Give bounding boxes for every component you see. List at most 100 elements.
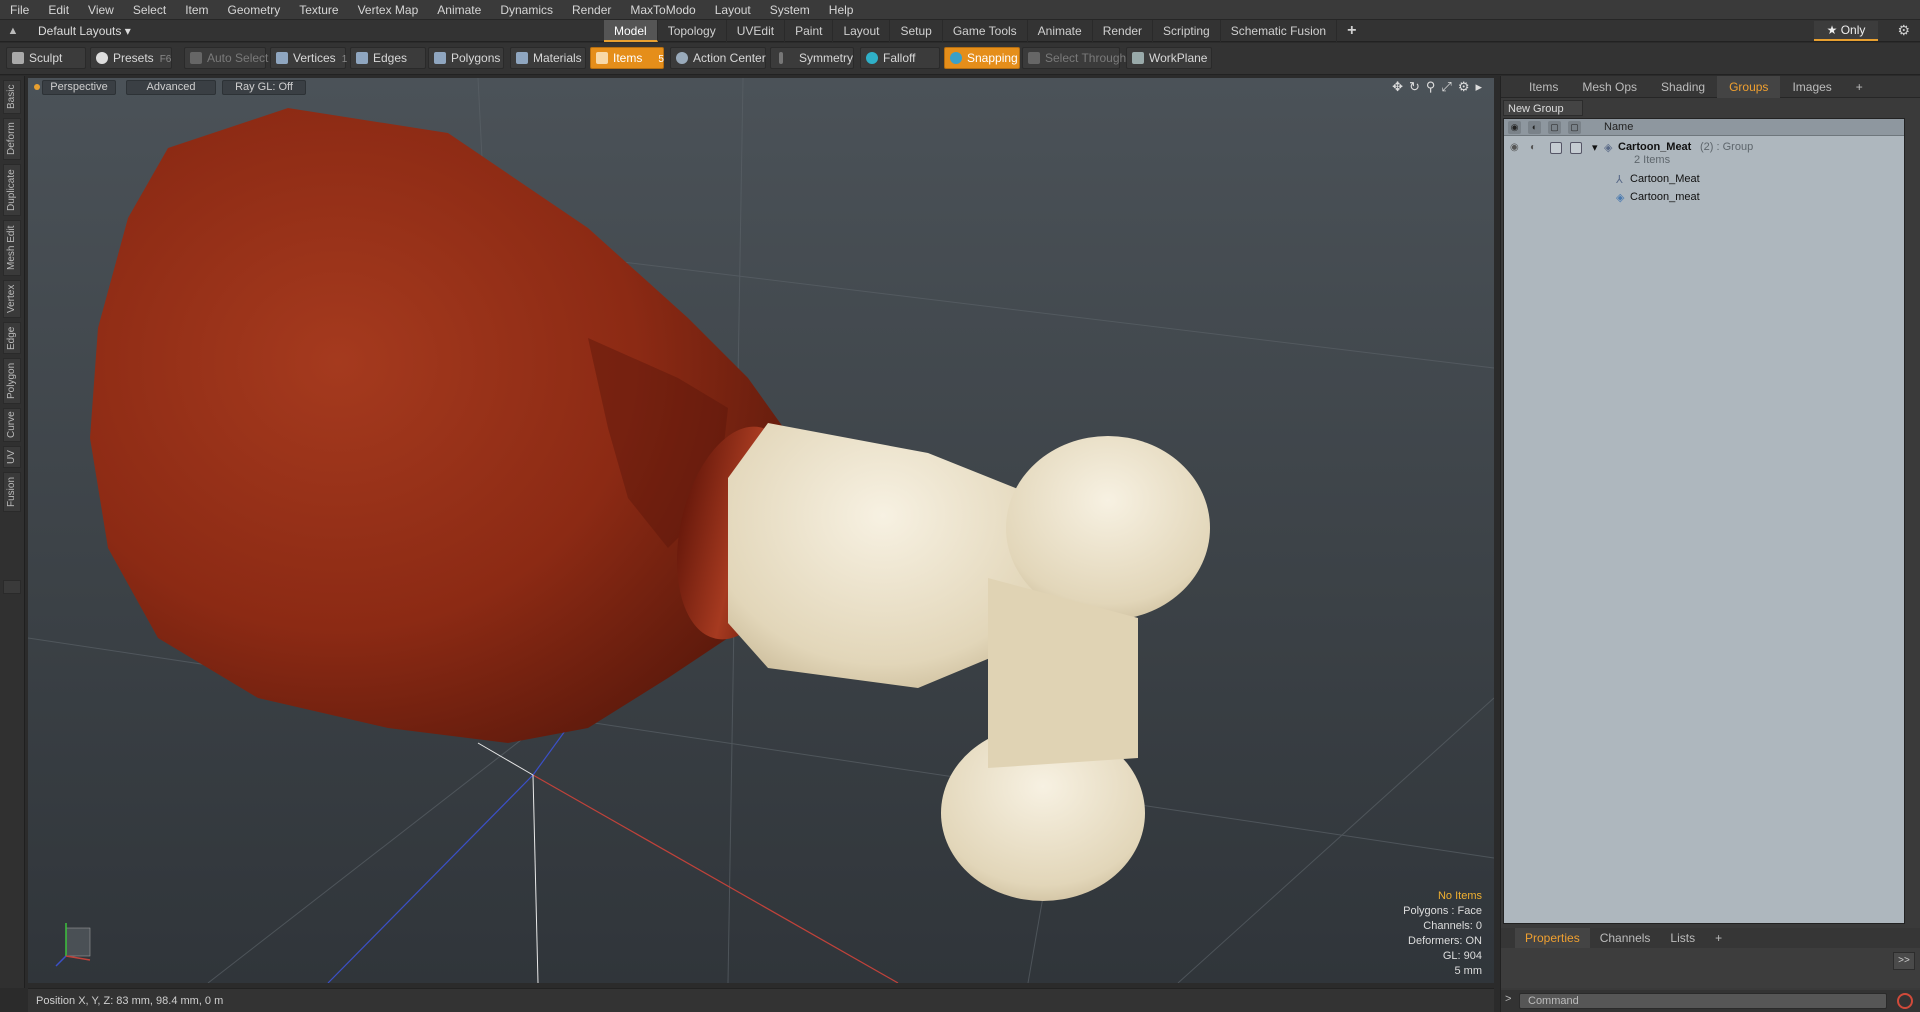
layout-dropdown[interactable]: Default Layouts ▾ — [26, 24, 136, 38]
raygl-button[interactable]: Ray GL: Off — [222, 80, 306, 95]
menu-animate[interactable]: Animate — [427, 0, 490, 20]
3d-viewport[interactable]: Perspective Advanced Ray GL: Off ✥ ↻ ⚲ ⤢… — [28, 78, 1494, 983]
auto-select-button[interactable]: Auto Select — [184, 47, 268, 69]
materials-button[interactable]: Materials — [510, 47, 586, 69]
menu-geometry[interactable]: Geometry — [218, 0, 290, 20]
tab-duplicate[interactable]: Duplicate — [3, 164, 21, 216]
tab-animate[interactable]: Animate — [1028, 20, 1093, 42]
menu-system[interactable]: System — [760, 0, 819, 20]
menu-view[interactable]: View — [78, 0, 123, 20]
tab-properties[interactable]: Properties — [1515, 928, 1590, 948]
menu-dynamics[interactable]: Dynamics — [490, 0, 562, 20]
pan-icon[interactable]: ✥ — [1392, 79, 1403, 95]
menu-edit[interactable]: Edit — [38, 0, 78, 20]
tab-scripting[interactable]: Scripting — [1153, 20, 1221, 42]
menu-select[interactable]: Select — [123, 0, 175, 20]
list-item[interactable]: ◈ Cartoon_meat — [1504, 189, 1904, 207]
tab-channels[interactable]: Channels — [1590, 928, 1661, 948]
group-suffix: (2) : Group — [1700, 141, 1754, 153]
tab-deform[interactable]: Deform — [3, 118, 21, 160]
add-bottom-tab-button[interactable]: + — [1705, 928, 1732, 948]
gear-icon[interactable]: ⚙ — [1897, 22, 1910, 39]
tab-uvedit[interactable]: UVEdit — [727, 20, 786, 42]
add-panel-tab-button[interactable]: + — [1844, 76, 1875, 98]
vertices-button[interactable]: Vertices 1 — [270, 47, 347, 69]
tab-render[interactable]: Render — [1093, 20, 1154, 42]
tab-polygon[interactable]: Polygon — [3, 358, 21, 404]
menu-file[interactable]: File — [0, 0, 38, 20]
tab-vertex[interactable]: Vertex — [3, 280, 21, 318]
presets-button[interactable]: Presets F6 — [90, 47, 172, 69]
no-items-label: No Items — [1437, 890, 1482, 902]
viewport-menu-dot[interactable] — [34, 84, 40, 90]
tab-uv[interactable]: UV — [3, 446, 21, 468]
menu-help[interactable]: Help — [819, 0, 863, 20]
add-tab-button[interactable]: + — [1337, 20, 1366, 42]
render-column-icon[interactable]: ◐ — [1528, 121, 1541, 134]
workplane-button[interactable]: WorkPlane — [1126, 47, 1212, 69]
record-icon[interactable] — [1897, 993, 1913, 1009]
tab-collapse[interactable] — [3, 580, 21, 594]
name-column-header[interactable]: Name — [1604, 121, 1633, 133]
rotate-icon[interactable]: ↻ — [1409, 79, 1420, 95]
visibility-column-icon[interactable]: ◉ — [1508, 121, 1521, 134]
select-checkbox[interactable] — [1570, 142, 1582, 154]
tab-schematic-fusion[interactable]: Schematic Fusion — [1221, 20, 1338, 42]
zoom-icon[interactable]: ⚲ — [1426, 79, 1436, 95]
materials-icon — [516, 52, 528, 64]
tab-topology[interactable]: Topology — [658, 20, 727, 42]
polygons-button[interactable]: Polygons — [428, 47, 504, 69]
menu-layout[interactable]: Layout — [705, 0, 760, 20]
menu-maxtomodo[interactable]: MaxToModo — [620, 0, 704, 20]
view-type-button[interactable]: Perspective — [42, 80, 116, 95]
tab-game-tools[interactable]: Game Tools — [943, 20, 1028, 42]
lock-column-icon[interactable]: ▢ — [1548, 121, 1561, 134]
menu-vertex-map[interactable]: Vertex Map — [348, 0, 428, 20]
tab-items[interactable]: Items — [1517, 76, 1570, 98]
tab-model[interactable]: Model — [604, 20, 658, 42]
tab-images[interactable]: Images — [1780, 76, 1843, 98]
tab-curve[interactable]: Curve — [3, 408, 21, 442]
select-column-icon[interactable]: ▢ — [1568, 121, 1581, 134]
viewport-arrow-icon[interactable]: ▸ — [1475, 79, 1482, 95]
list-item[interactable]: ⅄ Cartoon_Meat — [1504, 171, 1904, 189]
falloff-button[interactable]: Falloff — [860, 47, 940, 69]
edges-button[interactable]: Edges2 — [350, 47, 435, 69]
symmetry-button[interactable]: Symmetry — [770, 47, 854, 69]
tab-basic[interactable]: Basic — [3, 80, 21, 114]
tab-mesh-ops[interactable]: Mesh Ops — [1570, 76, 1649, 98]
snapping-button[interactable]: Snapping — [944, 47, 1020, 69]
tab-paint[interactable]: Paint — [785, 20, 834, 42]
items-button[interactable]: Items 5 — [590, 47, 664, 69]
layout-toggle-icon[interactable]: ▲ — [0, 25, 26, 37]
tab-setup[interactable]: Setup — [890, 20, 943, 42]
visibility-eye-icon[interactable]: ◉ — [1510, 142, 1522, 154]
sculpt-button[interactable]: Sculpt — [6, 47, 86, 69]
action-center-button[interactable]: Action Center — [670, 47, 766, 69]
viewport-settings-icon[interactable]: ⚙ — [1458, 79, 1470, 95]
new-group-button[interactable]: New Group — [1503, 100, 1583, 116]
tab-mesh-edit[interactable]: Mesh Edit — [3, 220, 21, 276]
menu-render[interactable]: Render — [562, 0, 620, 20]
command-input[interactable]: Command — [1519, 993, 1887, 1009]
tab-shading[interactable]: Shading — [1649, 76, 1717, 98]
tab-edge[interactable]: Edge — [3, 322, 21, 354]
tab-layout[interactable]: Layout — [833, 20, 891, 42]
group-row[interactable]: ◉ ◐ ▾ ◈ Cartoon_Meat (2) : Group 2 Items — [1504, 139, 1904, 169]
menu-texture[interactable]: Texture — [289, 0, 347, 20]
vertices-icon — [276, 52, 288, 64]
render-toggle-icon[interactable]: ◐ — [1530, 142, 1542, 154]
tab-groups[interactable]: Groups — [1717, 75, 1781, 98]
group-expand-icon[interactable]: ▾ — [1592, 141, 1598, 154]
fit-icon[interactable]: ⤢ — [1441, 79, 1451, 95]
tab-fusion[interactable]: Fusion — [3, 472, 21, 512]
shading-mode-button[interactable]: Advanced — [126, 80, 216, 95]
expand-button[interactable]: >> — [1893, 952, 1915, 970]
select-through-button[interactable]: Select Through — [1022, 47, 1126, 69]
viewport-header: Perspective Advanced Ray GL: Off ✥ ↻ ⚲ ⤢… — [28, 78, 1494, 96]
menu-item[interactable]: Item — [175, 0, 217, 20]
lock-checkbox[interactable] — [1550, 142, 1562, 154]
only-button[interactable]: ★ Only — [1814, 21, 1878, 41]
polygons-icon — [434, 52, 446, 64]
tab-lists[interactable]: Lists — [1660, 928, 1705, 948]
